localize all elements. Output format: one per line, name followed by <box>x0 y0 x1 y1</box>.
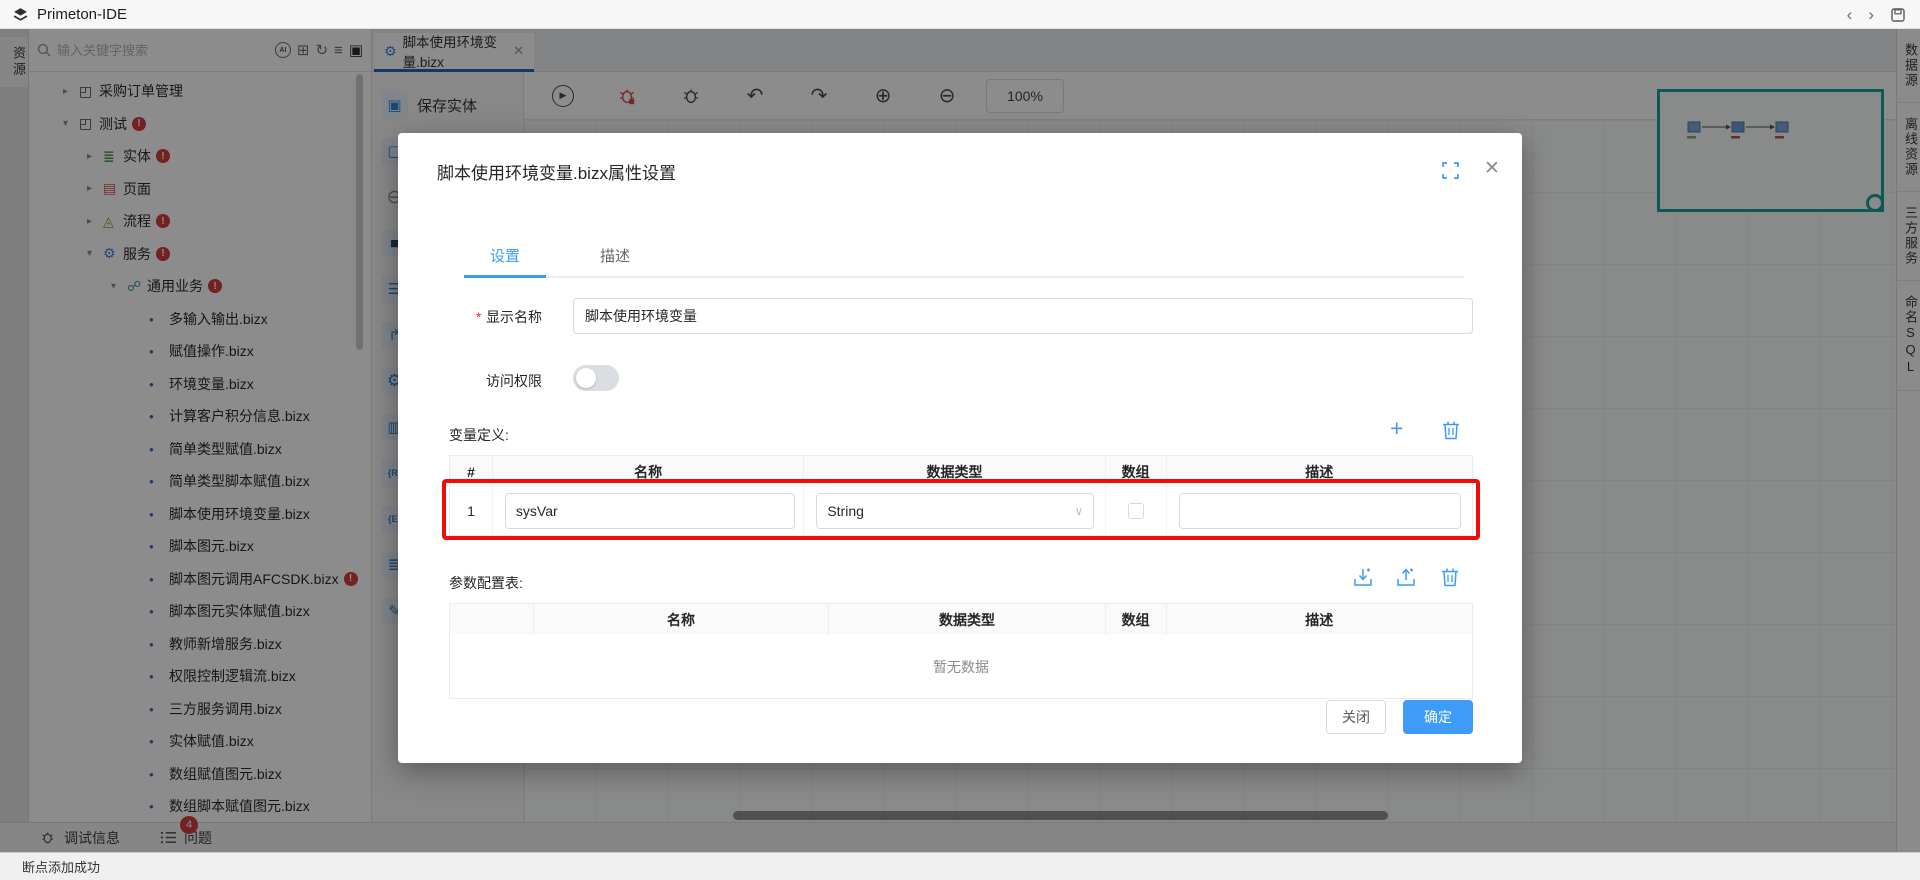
variable-table-header: # 名称 数据类型 数组 描述 <box>450 456 1472 487</box>
datatype-value: String <box>827 503 864 519</box>
title-bar: Primeton-IDE ‹ › <box>0 0 1920 29</box>
datatype-select[interactable]: String ∨ <box>816 493 1094 529</box>
export-icon[interactable] <box>1396 567 1416 587</box>
display-name-input[interactable] <box>573 298 1473 334</box>
toggle-knob <box>576 368 596 388</box>
variable-table: # 名称 数据类型 数组 描述 1 String ∨ <box>449 455 1473 536</box>
array-checkbox[interactable] <box>1128 503 1144 519</box>
window: Primeton-IDE ‹ › 资源 AI ⊞ ↻ ≡ ▣ <box>0 0 1920 880</box>
dialog-tabs: 设置 描述 <box>464 233 1464 278</box>
app-title: Primeton-IDE <box>37 6 127 23</box>
display-name-label: 显示名称 <box>486 307 542 327</box>
col-blank <box>450 604 534 635</box>
add-variable-icon[interactable]: + <box>1390 417 1403 440</box>
dialog-close-icon[interactable]: ✕ <box>1484 157 1500 180</box>
delete-parameter-icon[interactable] <box>1441 567 1459 587</box>
col-datatype: 数据类型 <box>804 456 1105 487</box>
properties-dialog: 脚本使用环境变量.bizx属性设置 ✕ 设置 描述 * 显示名称 访问权限 变量… <box>398 133 1522 763</box>
dialog-title: 脚本使用环境变量.bizx属性设置 <box>437 159 676 184</box>
required-asterisk: * <box>476 309 481 325</box>
import-icon[interactable] <box>1353 567 1373 587</box>
save-icon[interactable] <box>1890 7 1906 23</box>
col-description: 描述 <box>1167 456 1472 487</box>
col-name: 名称 <box>534 604 829 635</box>
col-datatype: 数据类型 <box>829 604 1105 635</box>
col-name: 名称 <box>493 456 804 487</box>
variable-name-input[interactable] <box>505 493 795 529</box>
confirm-button[interactable]: 确定 <box>1403 700 1473 734</box>
status-bar: 断点添加成功 <box>0 852 1920 880</box>
parameter-table-header: 名称 数据类型 数组 描述 <box>450 604 1472 635</box>
status-message: 断点添加成功 <box>22 857 100 876</box>
row-index: 1 <box>450 487 493 535</box>
tab-description[interactable]: 描述 <box>580 233 650 278</box>
tab-settings[interactable]: 设置 <box>464 233 546 278</box>
col-description: 描述 <box>1167 604 1472 635</box>
nav-forward-icon[interactable]: › <box>1868 6 1874 23</box>
delete-variable-icon[interactable] <box>1442 420 1460 440</box>
access-permission-label: 访问权限 <box>486 371 542 391</box>
parameter-table-label: 参数配置表: <box>449 573 523 593</box>
variable-row: 1 String ∨ <box>450 487 1472 535</box>
variable-definition-label: 变量定义: <box>449 425 509 445</box>
access-permission-toggle[interactable] <box>573 365 619 391</box>
col-index: # <box>450 456 493 487</box>
close-button[interactable]: 关闭 <box>1326 700 1386 734</box>
fullscreen-icon[interactable] <box>1442 162 1459 179</box>
col-array: 数组 <box>1106 456 1167 487</box>
parameter-table: 名称 数据类型 数组 描述 暂无数据 <box>449 603 1473 699</box>
app-logo <box>12 6 29 23</box>
nav-back-icon[interactable]: ‹ <box>1847 6 1853 23</box>
col-array: 数组 <box>1106 604 1167 635</box>
empty-placeholder: 暂无数据 <box>450 635 1472 698</box>
variable-desc-input[interactable] <box>1179 493 1461 529</box>
chevron-down-icon: ∨ <box>1075 504 1084 518</box>
